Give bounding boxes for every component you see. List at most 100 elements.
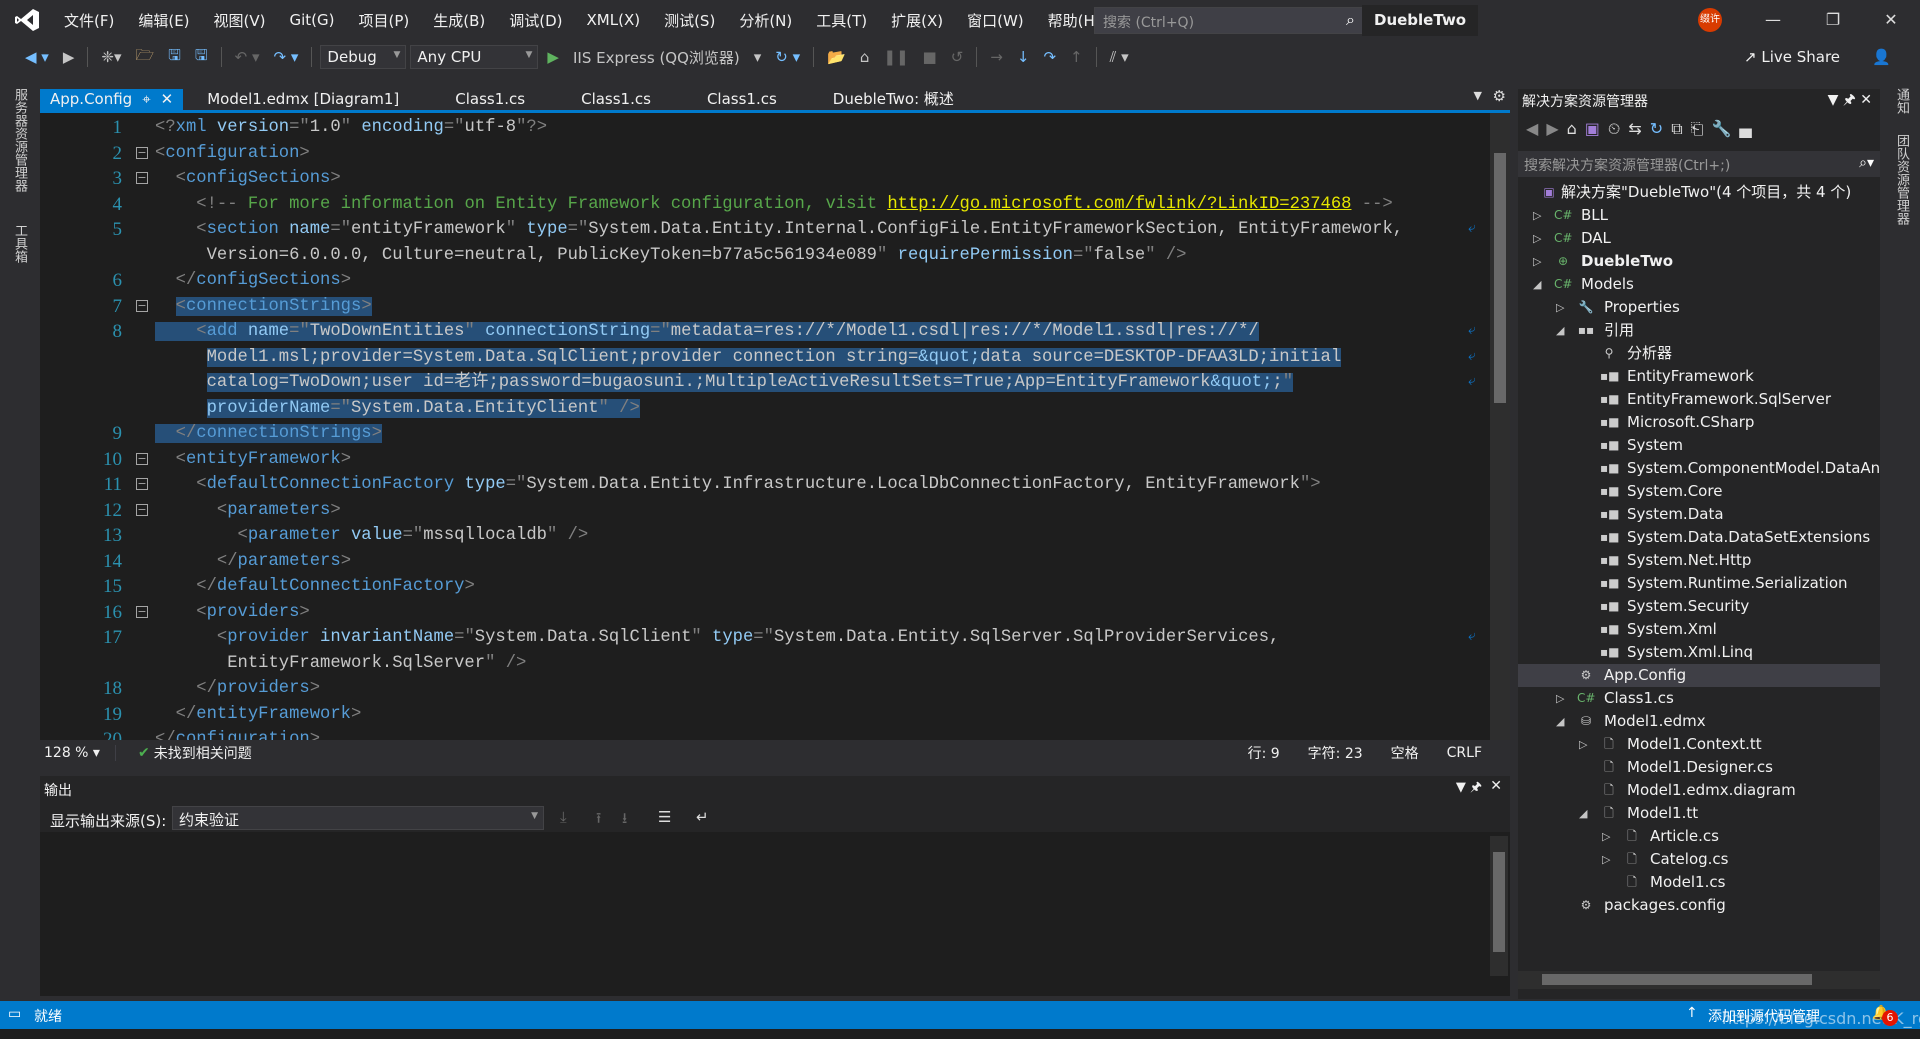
browser-link-icon[interactable]: ⌂ [855, 48, 875, 66]
show-all-files-icon[interactable]: ⎗ [1691, 119, 1712, 138]
tree-item[interactable]: ▷ C# BLL [1518, 204, 1880, 227]
output-text-area[interactable] [40, 832, 1510, 996]
zoom-select[interactable]: 128 % ▾ [40, 745, 116, 761]
play-icon[interactable]: ▶ [542, 48, 564, 66]
tree-item[interactable]: ▷ 🔧 Properties [1518, 296, 1880, 319]
platform-select[interactable]: Any CPU ▼ [410, 45, 539, 69]
close-button[interactable]: ✕ [1868, 0, 1914, 40]
code-line[interactable]: 4 <!-- For more information on Entity Fr… [40, 192, 1480, 218]
tree-item[interactable]: ◢ ▪▪ 引用 [1518, 319, 1880, 342]
tree-item[interactable]: ▪■ System.Data.DataSetExtensions [1518, 526, 1880, 549]
clear-all-icon[interactable]: ☰ [658, 808, 671, 826]
tree-item[interactable]: ▪■ System.Runtime.Serialization [1518, 572, 1880, 595]
pending-changes-icon[interactable]: ⏲ [1608, 119, 1628, 138]
tab-overflow-icon[interactable]: ▼ [1474, 89, 1482, 102]
code-line[interactable]: 10 − <entityFramework> [40, 447, 1480, 473]
switch-views-icon[interactable]: ▣ [1585, 119, 1608, 138]
code-line[interactable]: catalog=TwoDown;user id=老许;password=buga… [40, 370, 1480, 396]
redo-icon[interactable]: ↷ ▾ [269, 48, 304, 66]
tree-item[interactable]: ▪■ System.Core [1518, 480, 1880, 503]
expanded-arrow-icon[interactable]: ◢ [1579, 802, 1591, 825]
tab-class1-cs[interactable]: Class1.cs [445, 89, 535, 110]
run-button[interactable]: IIS Express (QQ浏览器) [568, 47, 745, 68]
tree-item[interactable]: ▷ C# Class1.cs [1518, 687, 1880, 710]
next-message-icon[interactable]: ⭳ [622, 808, 627, 833]
eol-indicator[interactable]: CRLF [1447, 745, 1482, 761]
code-line[interactable]: Model1.msl;provider=System.Data.SqlClien… [40, 345, 1480, 371]
code-line[interactable]: 3 − <configSections> [40, 166, 1480, 192]
menu-analyze[interactable]: 分析(N) [727, 10, 804, 31]
tree-item[interactable]: ▷ 🗋 Article.cs [1518, 825, 1880, 848]
code-line[interactable]: 14 </parameters> [40, 549, 1480, 575]
tree-item[interactable]: ▪■ System [1518, 434, 1880, 457]
collapse-icon[interactable]: − [136, 172, 148, 184]
tree-item[interactable]: ▷ 🗋 Model1.Context.tt [1518, 733, 1880, 756]
menu-view[interactable]: 视图(V) [202, 10, 278, 31]
tab-model1-edmx[interactable]: Model1.edmx [Diagram1] [197, 89, 409, 110]
menu-git[interactable]: Git(G) [278, 11, 347, 29]
stop-icon[interactable]: ■ [918, 48, 942, 66]
save-icon[interactable]: 🖫 [163, 45, 186, 70]
word-wrap-icon[interactable]: ↵ [696, 808, 709, 826]
tree-item[interactable]: ⚙ App.Config [1518, 664, 1880, 687]
code-line[interactable]: 7− <connectionStrings> [40, 294, 1480, 320]
code-line[interactable]: 20 </configuration> [40, 727, 1480, 740]
collapse-icon[interactable]: − [136, 146, 148, 159]
tree-item[interactable]: ▪■ EntityFramework.SqlServer [1518, 388, 1880, 411]
open-folder-icon[interactable]: 🗁 [131, 45, 160, 70]
tree-item[interactable]: ▷ ⊕ DuebleTwo [1518, 250, 1880, 273]
find-message-icon[interactable]: ⤓ [560, 808, 567, 826]
tree-item[interactable]: ▪■ System.Data [1518, 503, 1880, 526]
tree-item[interactable]: 🗋 Model1.Designer.cs [1518, 756, 1880, 779]
menu-project[interactable]: 项目(P) [347, 10, 422, 31]
feedback-icon[interactable]: 👤 [1872, 48, 1891, 66]
menu-build[interactable]: 生成(B) [421, 10, 497, 31]
find-in-files-icon[interactable]: 📂 [822, 48, 851, 66]
live-share-button[interactable]: ↗ Live Share 👤 [1744, 40, 1891, 74]
expanded-arrow-icon[interactable]: ◢ [1556, 319, 1568, 342]
minimize-button[interactable]: — [1750, 0, 1796, 40]
output-scrollbar[interactable] [1490, 836, 1508, 976]
code-line[interactable]: 2− <configuration> [40, 141, 1480, 167]
close-icon[interactable]: ✕ [1490, 778, 1502, 794]
explorer-search-input[interactable]: 搜索解决方案资源管理器(Ctrl+;) ⌕▾ [1518, 151, 1880, 177]
step-over-icon[interactable]: ↷ [1038, 48, 1061, 66]
menu-window[interactable]: 窗口(W) [955, 10, 1036, 31]
tab-class1-cs[interactable]: Class1.cs [571, 89, 661, 110]
close-icon[interactable]: ✕ [161, 89, 174, 110]
save-all-icon[interactable]: 🖫 [190, 45, 213, 70]
tree-item[interactable]: ▪■ System.Security [1518, 595, 1880, 618]
collapsed-arrow-icon[interactable]: ▷ [1533, 250, 1545, 273]
search-input[interactable]: 搜索 (Ctrl+Q) ⌕ [1094, 7, 1364, 34]
collapse-icon[interactable]: − [136, 605, 148, 618]
tree-item[interactable]: 🗋 Model1.edmx.diagram [1518, 779, 1880, 802]
collapse-icon[interactable]: − [136, 478, 148, 490]
refresh-icon[interactable]: ↻ ▾ [770, 48, 805, 66]
server-explorer-tab[interactable]: 服务器资源管理器 [10, 88, 29, 192]
code-line[interactable]: 12 − <parameters> [40, 498, 1480, 524]
tree-item[interactable]: ▪■ EntityFramework [1518, 365, 1880, 388]
code-line[interactable]: 1 <?xml version="1.0" encoding="utf-8"?> [40, 115, 1480, 141]
pause-icon[interactable]: ❚❚ [878, 48, 913, 66]
expanded-arrow-icon[interactable]: ◢ [1533, 273, 1545, 296]
restart-icon[interactable]: ↺ [946, 48, 969, 66]
tree-item[interactable]: ◢ 🗋 Model1.tt [1518, 802, 1880, 825]
code-line[interactable]: 9 </connectionStrings> [40, 421, 1480, 447]
code-line[interactable]: 15 </defaultConnectionFactory> [40, 574, 1480, 600]
code-line[interactable]: 17 <provider invariantName="System.Data.… [40, 625, 1480, 651]
tree-item[interactable]: ▪■ System.Net.Http [1518, 549, 1880, 572]
code-line[interactable]: 16 − <providers> [40, 600, 1480, 626]
code-line[interactable]: 19 </entityFramework> [40, 702, 1480, 728]
home-icon[interactable]: ⌂ [1567, 119, 1585, 138]
collapsed-arrow-icon[interactable]: ▷ [1602, 848, 1614, 871]
indent-indicator[interactable]: 空格 [1391, 743, 1419, 763]
code-line[interactable]: EntityFramework.SqlServer" /> [40, 651, 1480, 677]
collapsed-arrow-icon[interactable]: ▷ [1556, 296, 1568, 319]
collapse-icon[interactable]: − [136, 452, 148, 465]
issues-status[interactable]: 未找到相关问题 [154, 743, 252, 763]
back-icon[interactable]: ◀ ▾ [20, 48, 54, 66]
code-line[interactable]: 6 </configSections> [40, 268, 1480, 294]
menu-file[interactable]: 文件(F) [52, 10, 126, 31]
properties-icon[interactable]: 🔧 [1711, 119, 1739, 138]
menu-extensions[interactable]: 扩展(X) [879, 10, 955, 31]
